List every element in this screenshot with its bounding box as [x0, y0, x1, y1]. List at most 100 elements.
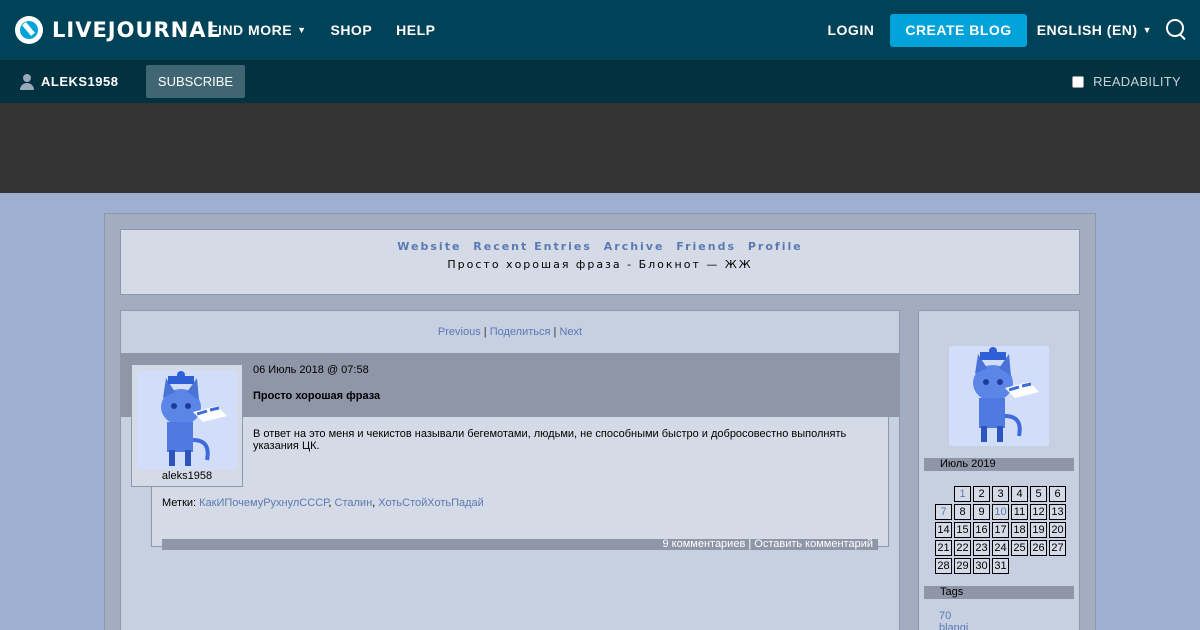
pager-separator: | — [553, 326, 557, 338]
calendar-title: Июль 2019 — [924, 458, 1074, 471]
calendar-day: 4 — [1011, 486, 1028, 502]
calendar-empty-cell — [1011, 558, 1028, 574]
calendar-week: 14 15 16 17 18 19 20 — [935, 522, 1066, 538]
calendar-day: 5 — [1030, 486, 1047, 502]
tag-link[interactable]: КакИПочемуРухнулСССР — [199, 497, 328, 509]
calendar-empty-cell — [935, 486, 952, 502]
link-recent-entries[interactable]: Recent Entries — [473, 240, 592, 253]
entry-subject: Просто хорошая фраза — [253, 390, 381, 402]
nav-help[interactable]: HELP — [396, 22, 435, 38]
calendar-day: 28 — [935, 558, 952, 574]
journal-title: Просто хорошая фраза - Блокнот — ЖЖ — [447, 258, 753, 271]
link-friends[interactable]: Friends — [676, 240, 736, 253]
chevron-down-icon: ▼ — [1142, 25, 1152, 35]
author-userpic-box: aleks1958 — [131, 364, 243, 487]
calendar-day: 8 — [954, 504, 971, 520]
entry-date[interactable]: 06 Июль 2018 @ 07:58 — [253, 364, 369, 376]
calendar-day: 19 — [1030, 522, 1047, 538]
sidebar-tag-link[interactable]: 70 — [939, 610, 968, 622]
calendar-day: 20 — [1049, 522, 1066, 538]
livejournal-logo-icon — [15, 16, 43, 44]
cat-userpic-image[interactable] — [137, 370, 237, 470]
entry-text: В ответ на это меня и чекистов называли … — [253, 428, 847, 452]
calendar-day[interactable]: 1 — [954, 486, 971, 502]
readability-label: READABILITY — [1093, 74, 1181, 89]
calendar-week: 123456 — [935, 486, 1066, 502]
previous-link[interactable]: Previous — [438, 326, 481, 338]
nav-shop[interactable]: SHOP — [330, 22, 372, 38]
calendar-day: 27 — [1049, 540, 1066, 556]
calendar-day: 31 — [992, 558, 1009, 574]
pager-separator: | — [483, 326, 487, 338]
journal-header: Website Recent Entries Archive Friends P… — [120, 229, 1080, 295]
create-blog-button[interactable]: CREATE BLOG — [890, 13, 1027, 47]
journal-owner-name: ALEKS1958 — [41, 74, 119, 89]
author-name[interactable]: aleks1958 — [132, 470, 242, 482]
calendar: 1 2 3 4 5 6 7 8 9 10 11 12 13 14 15 16 17 18 19 20 21 22 23 24 2… — [933, 484, 1068, 576]
subscribe-button[interactable]: SUBSCRIBE — [146, 65, 245, 98]
language-selector[interactable]: ENGLISH (EN) ▼ — [1037, 22, 1152, 38]
calendar-day: 11 — [1011, 504, 1028, 520]
entry-body: В ответ на это меня и чекистов называли … — [151, 417, 889, 550]
calendar-day: 14 — [935, 522, 952, 538]
calendar-day: 23 — [973, 540, 990, 556]
calendar-day: 17 — [992, 522, 1009, 538]
sidebar-tags: 70 blangi — [939, 610, 968, 630]
calendar-week: 28 29 30 31 — [935, 558, 1066, 574]
nav-find-more-label: FIND MORE — [209, 22, 293, 38]
next-link[interactable]: Next — [559, 326, 582, 338]
leave-comment-link[interactable]: Оставить комментарий — [754, 538, 873, 550]
entry-footer: 9 комментариев | Оставить комментарий — [162, 539, 878, 550]
calendar-empty-cell — [1049, 558, 1066, 574]
calendar-day: 9 — [973, 504, 990, 520]
share-link[interactable]: Поделиться — [490, 326, 551, 338]
journal-owner-bar: ALEKS1958 SUBSCRIBE READABILITY — [0, 60, 1200, 103]
language-label: ENGLISH (EN) — [1036, 22, 1138, 38]
top-navigation-bar: LIVEJOURNAL FIND MORE ▼ SHOP HELP LOGIN … — [0, 0, 1200, 60]
comments-link[interactable]: 9 комментариев — [662, 538, 745, 550]
link-archive[interactable]: Archive — [604, 240, 665, 253]
sidebar: Июль 2019 1 2 3 4 5 6 7 8 9 10 11 12 13 14 15 16 17 18 19 2… — [918, 310, 1080, 630]
calendar-day: 16 — [973, 522, 990, 538]
livejournal-logo[interactable]: LIVEJOURNAL — [15, 15, 221, 45]
sidebar-tag-link[interactable]: blangi — [939, 622, 968, 630]
calendar-day[interactable]: 7 — [935, 504, 952, 520]
calendar-day: 26 — [1030, 540, 1047, 556]
journal-owner[interactable]: ALEKS1958 — [20, 60, 118, 103]
calendar-day: 22 — [954, 540, 971, 556]
calendar-day[interactable]: 10 — [992, 504, 1009, 520]
entry-pager: Previous | Поделиться | Next — [121, 326, 899, 338]
tags-title: Tags — [924, 586, 1074, 599]
calendar-day: 30 — [973, 558, 990, 574]
search-icon[interactable] — [1166, 19, 1188, 41]
calendar-week: 7 8 9 10 11 12 13 — [935, 504, 1066, 520]
calendar-day: 6 — [1049, 486, 1066, 502]
readability-toggle[interactable]: READABILITY — [1072, 60, 1181, 103]
calendar-empty-cell — [1030, 558, 1047, 574]
tag-link[interactable]: ХотьСтойХотьПадай — [378, 497, 484, 509]
main-nav: FIND MORE ▼ SHOP HELP — [209, 0, 460, 60]
link-website[interactable]: Website — [397, 240, 461, 253]
journal-links: Website Recent Entries Archive Friends P… — [121, 240, 1079, 253]
calendar-day: 15 — [954, 522, 971, 538]
calendar-day: 3 — [992, 486, 1009, 502]
cat-userpic-image — [949, 346, 1049, 446]
logo-text: LIVEJOURNAL — [52, 18, 221, 42]
chevron-down-icon: ▼ — [297, 25, 307, 35]
calendar-day: 12 — [1030, 504, 1047, 520]
tag-link[interactable]: Сталин — [335, 497, 373, 509]
link-profile[interactable]: Profile — [748, 240, 803, 253]
account-nav: LOGIN CREATE BLOG ENGLISH (EN) ▼ — [827, 0, 1188, 60]
footer-separator: | — [748, 538, 752, 550]
calendar-day: 21 — [935, 540, 952, 556]
calendar-day: 29 — [954, 558, 971, 574]
checkbox-icon[interactable] — [1072, 75, 1085, 88]
user-icon — [20, 73, 34, 90]
calendar-day: 2 — [973, 486, 990, 502]
calendar-day: 25 — [1011, 540, 1028, 556]
login-link[interactable]: LOGIN — [827, 22, 874, 38]
nav-find-more[interactable]: FIND MORE ▼ — [209, 22, 306, 38]
tags-label: Метки: — [162, 497, 197, 509]
entry-column: Previous | Поделиться | Next 06 Июль 201… — [120, 310, 900, 630]
entry-tags: Метки: КакИПочемуРухнулСССР, Сталин, Хот… — [162, 497, 484, 509]
